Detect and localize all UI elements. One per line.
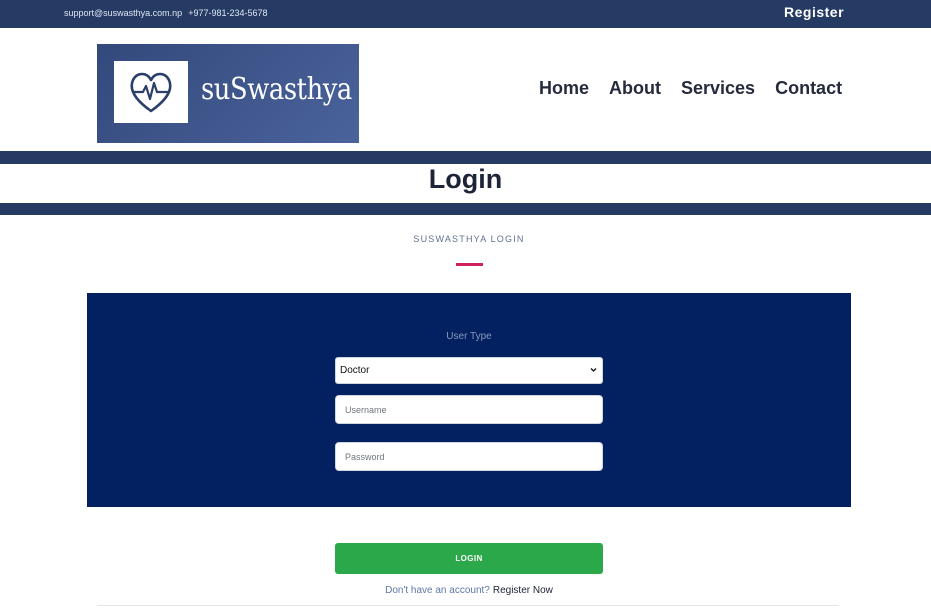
top-bar: support@suswasthya.com.np +977-981-234-56… — [0, 0, 931, 28]
bottom-divider — [97, 605, 839, 606]
brand-name: suSwasthya — [201, 72, 352, 107]
section-label: SUSWASTHYA LOGIN — [413, 234, 525, 244]
login-button[interactable]: LOGIN — [335, 543, 603, 574]
support-email[interactable]: support@suswasthya.com.np — [64, 8, 182, 18]
brand-logo[interactable]: suSwasthya — [97, 44, 359, 143]
user-type-label: User Type — [446, 331, 492, 342]
nav-contact[interactable]: Contact — [775, 78, 842, 99]
user-type-select[interactable]: Doctor — [335, 357, 603, 384]
support-phone[interactable]: +977-981-234-5678 — [188, 8, 267, 18]
password-input[interactable]: Password — [335, 442, 603, 471]
login-form-panel: User Type Doctor Username Password — [87, 293, 851, 507]
page-title: Login — [428, 164, 503, 194]
logo-mark — [114, 61, 188, 123]
password-placeholder: Password — [345, 452, 385, 462]
nav-home[interactable]: Home — [539, 78, 589, 99]
register-prompt: Don't have an account? Register Now — [0, 585, 931, 596]
main-nav: Home About Services Contact — [539, 78, 862, 99]
nav-about[interactable]: About — [609, 78, 661, 99]
no-account-text: Don't have an account? — [385, 585, 490, 596]
username-placeholder: Username — [345, 405, 387, 415]
register-link[interactable]: Register — [784, 4, 844, 20]
user-type-value: Doctor — [340, 365, 370, 376]
nav-services[interactable]: Services — [681, 78, 755, 99]
title-band-bottom — [0, 203, 931, 215]
heart-pulse-icon — [130, 72, 172, 113]
register-now-link[interactable]: Register Now — [493, 585, 553, 596]
chevron-down-icon — [590, 368, 597, 372]
title-band-top — [0, 151, 931, 164]
accent-divider — [456, 263, 483, 266]
contact-info: support@suswasthya.com.np +977-981-234-56… — [64, 8, 268, 18]
username-input[interactable]: Username — [335, 395, 603, 424]
